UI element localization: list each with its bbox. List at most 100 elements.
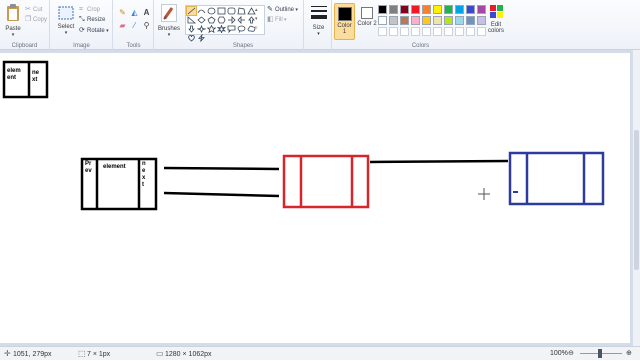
scrollbar-thumb[interactable] (634, 130, 639, 270)
colors-group: Color 1 Color 2 Edit colors Colors (333, 0, 508, 50)
palette-swatch[interactable] (433, 16, 442, 25)
brushes-group: Brushes ▾ (155, 0, 183, 50)
palette-swatch[interactable] (378, 16, 387, 25)
paste-button[interactable]: Paste ▾ (3, 4, 23, 38)
zoom-in-button[interactable]: ⊕ (626, 347, 632, 360)
custom-color-slot[interactable] (466, 27, 475, 36)
palette-swatch[interactable] (389, 5, 398, 14)
chevron-down-icon: ▾ (64, 30, 68, 36)
custom-color-slot[interactable] (433, 27, 442, 36)
eraser-icon[interactable]: ▰ (118, 21, 127, 30)
rotate-button[interactable]: ⟳ Rotate ▾ (79, 26, 109, 35)
selection-size-text: 7 × 1px (87, 351, 111, 358)
color2-label: Color 2 (357, 21, 377, 27)
shape-option[interactable] (237, 25, 246, 33)
shape-option[interactable] (186, 6, 197, 16)
palette-swatch[interactable] (400, 5, 409, 14)
custom-color-slot[interactable] (400, 27, 409, 36)
custom-color-slot[interactable] (378, 27, 387, 36)
color-wheel-icon (485, 5, 507, 20)
copy-button[interactable]: ❐ Copy (25, 15, 47, 24)
size-button[interactable]: Size ▾ (307, 5, 330, 37)
color2-button[interactable]: Color 2 (357, 3, 377, 40)
shape-option[interactable] (237, 7, 246, 15)
zoom-out-button[interactable]: ⊖ (568, 347, 574, 360)
shapes-group: ▴ ▾ ▿ ✎ Outline ▾ ◧Fill ▾ Shapes (183, 0, 304, 50)
chevron-down-icon: ▾ (167, 32, 171, 38)
palette-swatch[interactable] (455, 16, 464, 25)
resize-label: Resize (87, 17, 106, 23)
cursor-position: ✛ 1051, 279px (4, 347, 52, 361)
text-icon[interactable]: A (142, 8, 151, 17)
custom-color-slot[interactable] (444, 27, 453, 36)
pencil-icon[interactable]: ✎ (118, 8, 127, 17)
palette-swatch[interactable] (466, 5, 475, 14)
palette-swatch[interactable] (411, 16, 420, 25)
shape-option[interactable] (217, 7, 226, 15)
palette-swatch[interactable] (433, 5, 442, 14)
shapes-scroll[interactable]: ▴ ▾ ▿ (255, 6, 258, 33)
shape-option[interactable] (227, 16, 236, 24)
palette-swatch[interactable] (378, 5, 387, 14)
drawing-svg (2, 60, 605, 211)
custom-color-slot[interactable] (411, 27, 420, 36)
color1-button[interactable]: Color 1 (334, 3, 355, 40)
clipboard-group: Paste ▾ ✂ Cut ❐ Copy Clipboard (0, 0, 50, 50)
shape-option[interactable] (207, 16, 216, 24)
custom-color-slot[interactable] (389, 27, 398, 36)
clipboard-group-label: Clipboard (11, 43, 38, 49)
shape-option[interactable] (227, 25, 236, 33)
shape-option[interactable] (237, 16, 246, 24)
palette-swatch[interactable] (411, 5, 420, 14)
shape-option[interactable] (227, 7, 236, 15)
shape-option[interactable] (207, 7, 216, 15)
select-button[interactable]: Select ▾ (55, 6, 77, 36)
shape-option[interactable] (187, 16, 196, 24)
custom-color-slot[interactable] (455, 27, 464, 36)
brushes-button[interactable]: Brushes ▾ (157, 4, 181, 38)
image-size-text: 1280 × 1062px (165, 351, 212, 358)
palette-swatch[interactable] (422, 5, 431, 14)
palette-swatch[interactable] (466, 16, 475, 25)
custom-color-slot[interactable] (422, 27, 431, 36)
chevron-down-icon: ▾ (11, 32, 15, 38)
fill-button[interactable]: ◧Fill ▾ (267, 15, 287, 24)
shape-option[interactable] (197, 16, 206, 24)
size-group: Size ▾ (305, 0, 332, 50)
outline-button[interactable]: ✎ Outline ▾ (267, 5, 298, 14)
resize-button[interactable]: ⤡ Resize (79, 15, 105, 24)
shape-option[interactable] (187, 25, 196, 33)
copy-label: Copy (33, 17, 48, 23)
chevron-down-icon: ▾ (317, 31, 320, 37)
line-width-icon (307, 5, 330, 23)
image-group-label: Image (73, 43, 90, 49)
palette-swatch[interactable] (455, 5, 464, 14)
image-group: Select ▾ ⌗ Crop ⤡ Resize ⟳ Rotate ▾ Image (51, 0, 113, 50)
palette-swatch[interactable] (389, 16, 398, 25)
shape-option[interactable] (197, 7, 206, 15)
node-prev-text: Pr ev (85, 161, 92, 174)
shape-option[interactable] (217, 25, 226, 33)
drawing-canvas[interactable]: elem ent ne xt Pr ev element n e x t (0, 53, 630, 343)
palette-swatch[interactable] (444, 16, 453, 25)
color1-label: Color 1 (337, 23, 352, 35)
palette-swatch[interactable] (422, 16, 431, 25)
small-node-element-text: elem ent (7, 68, 21, 81)
fill-icon[interactable]: ◭ (130, 8, 139, 17)
copy-icon: ❐ (25, 16, 32, 23)
shape-option[interactable] (187, 34, 196, 42)
zoom-slider-thumb[interactable] (598, 349, 602, 358)
crop-button[interactable]: ⌗ Crop (79, 5, 100, 14)
vertical-scrollbar[interactable] (632, 50, 640, 346)
outline-label: Outline (275, 7, 295, 13)
magnifier-icon[interactable]: ⚲ (142, 21, 151, 30)
palette-swatch[interactable] (444, 5, 453, 14)
shape-option[interactable] (207, 25, 216, 33)
color-picker-icon[interactable]: ⁄ (130, 21, 139, 30)
shape-option[interactable] (217, 16, 226, 24)
cut-button[interactable]: ✂ Cut (25, 5, 42, 14)
edit-colors-button[interactable]: Edit colors (485, 5, 507, 34)
shape-option[interactable] (197, 34, 206, 42)
palette-swatch[interactable] (400, 16, 409, 25)
shape-option[interactable] (197, 25, 206, 33)
